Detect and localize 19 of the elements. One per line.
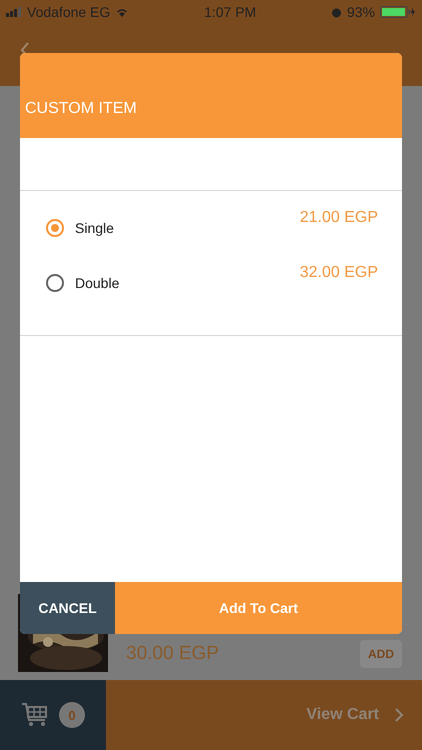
battery-icon <box>380 6 416 18</box>
dialog-title: CUSTOM ITEM <box>25 100 137 118</box>
chevron-right-icon <box>395 708 404 722</box>
cart-count: 0 <box>59 702 85 728</box>
wifi-icon <box>115 7 130 17</box>
cart-icon[interactable] <box>21 702 49 728</box>
option-price: 32.00 EGP <box>300 264 378 282</box>
option-label[interactable]: Single <box>75 220 114 236</box>
clock-time: 1:07 PM <box>204 4 256 20</box>
alarm-icon <box>330 6 342 18</box>
battery-percent: 93% <box>346 4 375 20</box>
carrier-name: Vodafone EG <box>27 4 110 20</box>
signal-icon <box>6 7 22 17</box>
item-price: 30.00 EGP <box>126 643 219 665</box>
radio-button[interactable] <box>46 219 64 237</box>
cancel-button[interactable]: CANCEL <box>20 582 115 634</box>
option-price: 21.00 EGP <box>300 209 378 227</box>
option-label[interactable]: Double <box>75 275 120 291</box>
radio-button[interactable] <box>46 274 64 292</box>
